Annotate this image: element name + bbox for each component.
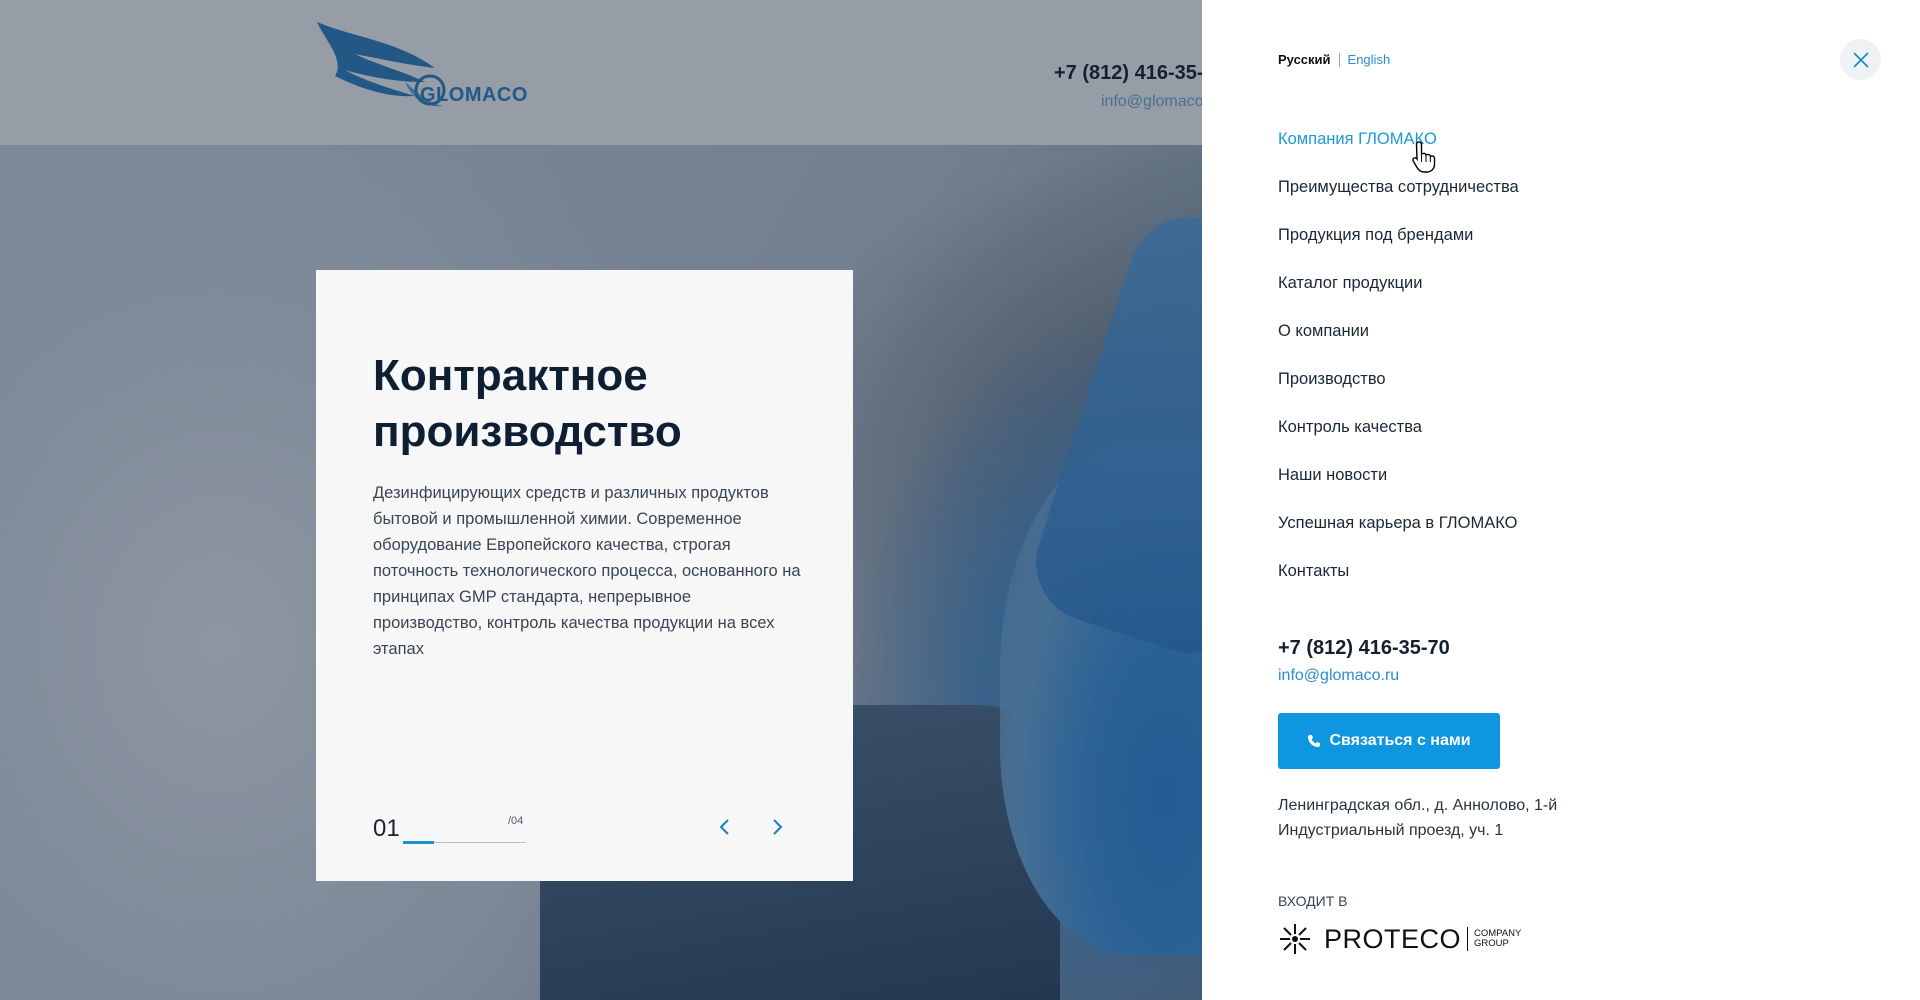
- menu-email[interactable]: info@glomaco.ru: [1278, 667, 1399, 685]
- partner-divider: [1467, 927, 1469, 951]
- partner-sub: COMPANY GROUP: [1474, 929, 1521, 949]
- main-nav: Компания ГЛОМАКО Преимущества сотрудниче…: [1278, 130, 1519, 610]
- nav-item-career[interactable]: Успешная карьера в ГЛОМАКО: [1278, 514, 1519, 562]
- nav-item-about[interactable]: О компании: [1278, 322, 1519, 370]
- prev-slide-button[interactable]: [712, 815, 736, 839]
- partner-brand: PROTECO: [1324, 923, 1462, 954]
- slide-total: /04: [508, 815, 524, 827]
- nav-item-catalog[interactable]: Каталог продукции: [1278, 274, 1519, 322]
- contact-us-button[interactable]: Связаться с нами: [1278, 713, 1500, 769]
- hero-title: Контрактное производство: [373, 351, 682, 456]
- nav-item-brands[interactable]: Продукция под брендами: [1278, 226, 1519, 274]
- chevron-right-icon: [773, 819, 783, 835]
- hero-description: Дезинфицирующих средств и различных прод…: [373, 484, 801, 658]
- menu-phone[interactable]: +7 (812) 416-35-70: [1278, 637, 1450, 660]
- nav-item-news[interactable]: Наши новости: [1278, 466, 1519, 514]
- slide-current: 01: [373, 815, 400, 842]
- slide-counter: 01 /04: [373, 815, 526, 844]
- chevron-left-icon: [719, 819, 729, 835]
- hand-pointer-icon: [1412, 141, 1436, 173]
- close-icon: [1852, 51, 1869, 68]
- lang-ru[interactable]: Русский: [1278, 52, 1331, 67]
- nav-item-production[interactable]: Производство: [1278, 370, 1519, 418]
- partner-sub-line2: GROUP: [1474, 938, 1509, 949]
- side-menu: Русский English Компания ГЛОМАКО Преимущ…: [1202, 0, 1920, 1000]
- proteco-logo[interactable]: PROTECO COMPANY GROUP: [1278, 922, 1521, 956]
- nav-item-company[interactable]: Компания ГЛОМАКО: [1278, 130, 1519, 178]
- lang-divider: [1338, 52, 1340, 67]
- next-slide-button[interactable]: [766, 815, 790, 839]
- close-menu-button[interactable]: [1840, 39, 1881, 80]
- contact-us-label: Связаться с нами: [1329, 732, 1471, 749]
- nav-item-contacts[interactable]: Контакты: [1278, 562, 1519, 610]
- hero-card: Контрактное производство Дезинфицирующих…: [316, 270, 853, 881]
- lang-en[interactable]: English: [1348, 52, 1391, 67]
- slide-progress-fill: [403, 841, 434, 844]
- nav-item-quality[interactable]: Контроль качества: [1278, 418, 1519, 466]
- phone-icon: [1308, 735, 1321, 747]
- language-switcher: Русский English: [1278, 52, 1390, 67]
- proteco-emblem-icon: [1280, 924, 1310, 954]
- nav-item-advantages[interactable]: Преимущества сотрудничества: [1278, 178, 1519, 226]
- partner-label: ВХОДИТ В: [1278, 893, 1348, 909]
- address: Ленинградская обл., д. Аннолово, 1-й Инд…: [1278, 797, 1558, 839]
